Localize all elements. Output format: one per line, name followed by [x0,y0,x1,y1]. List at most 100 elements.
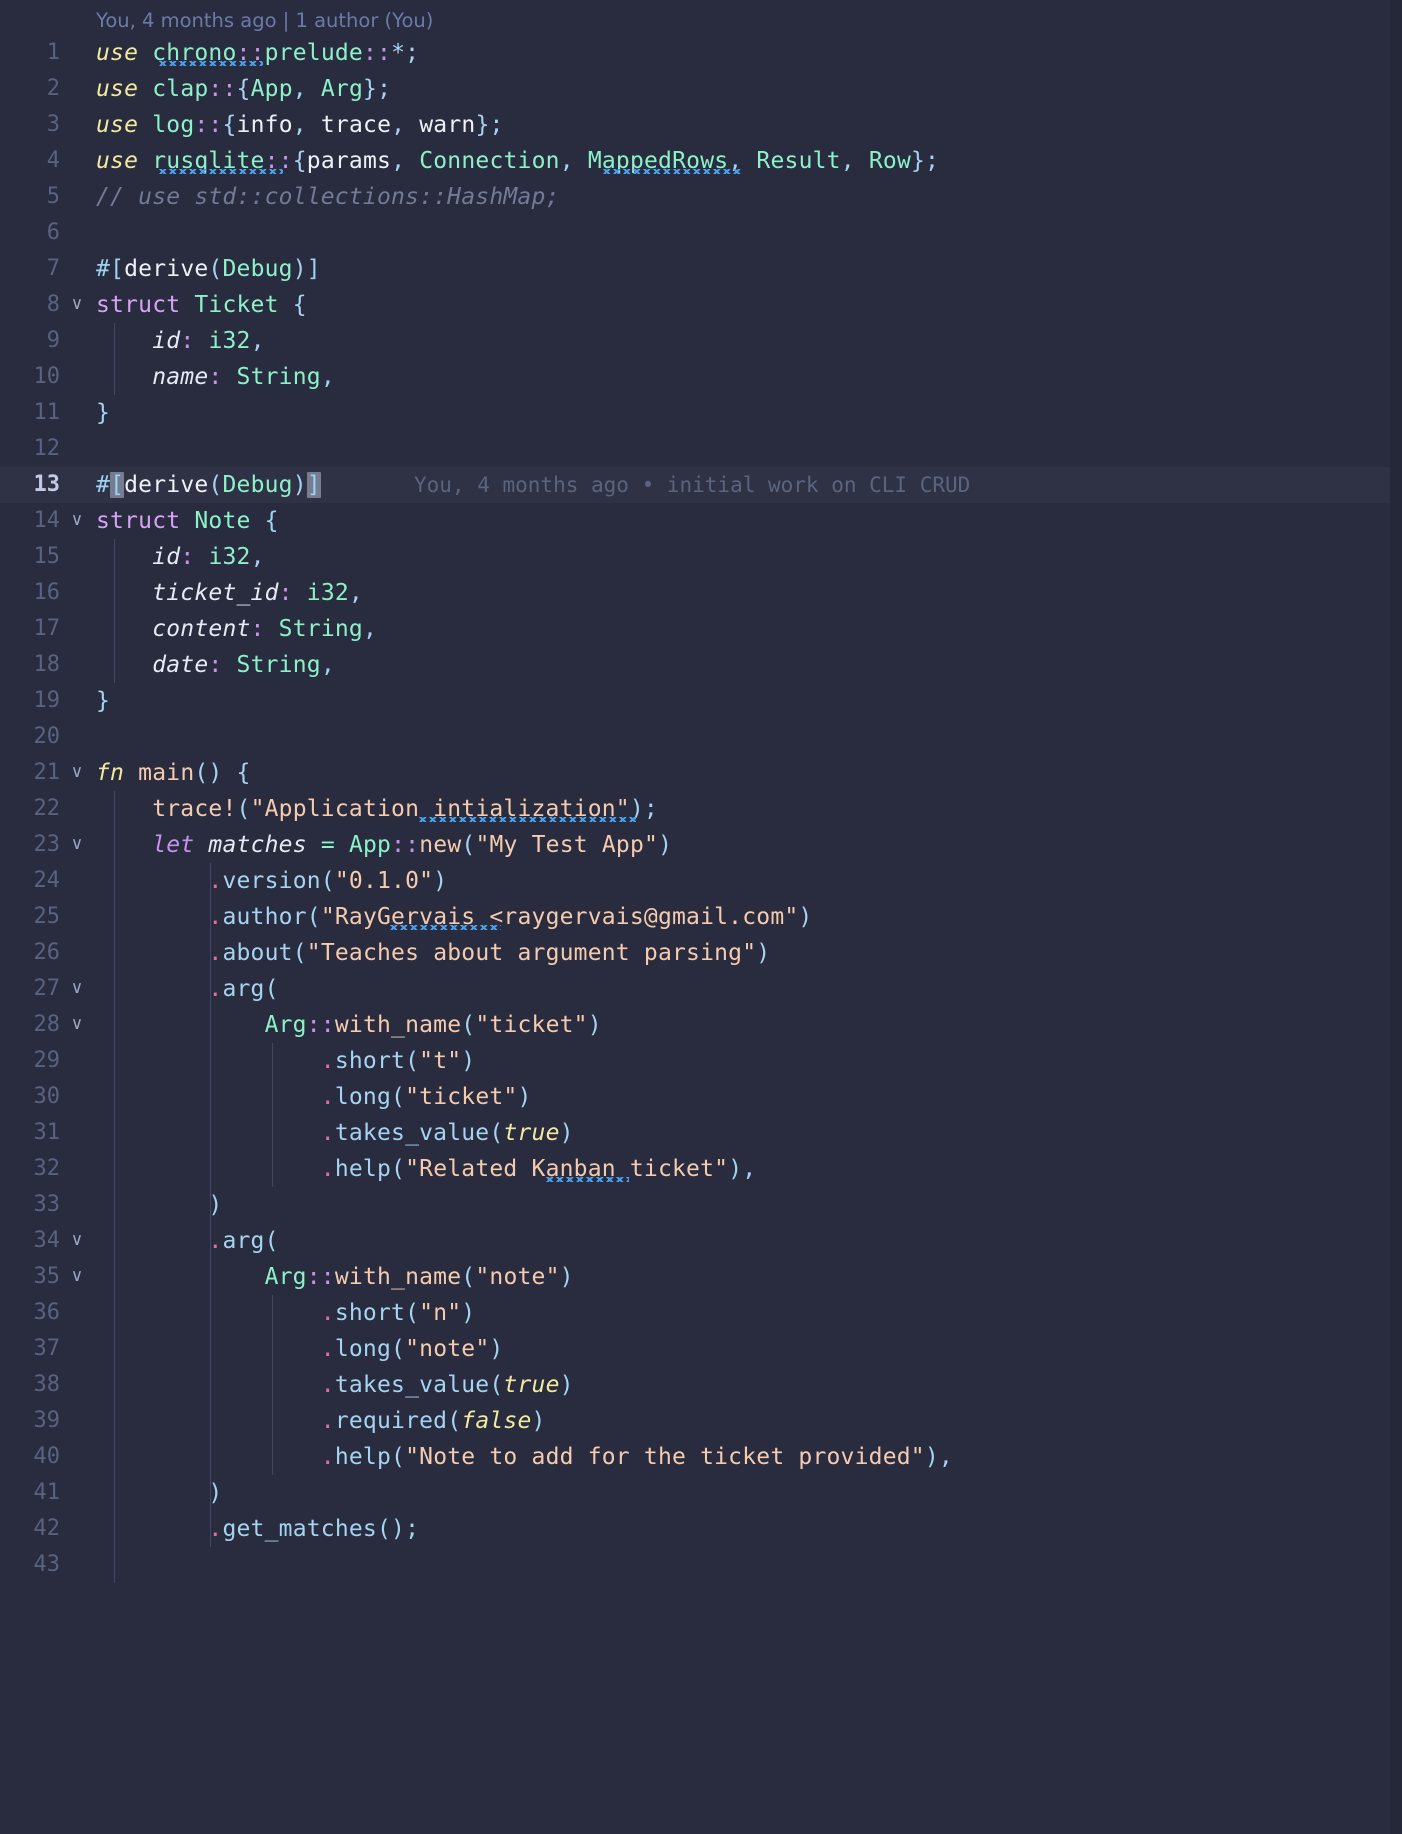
line-number: 39 [33,1408,61,1433]
code-line-32[interactable]: 32 .help("Related Kanban ticket"), [0,1151,1402,1187]
line-content[interactable]: #[derive(Debug)] [96,467,321,503]
line-content[interactable]: .long("ticket") [96,1079,532,1115]
line-number: 1 [46,40,60,65]
code-line-29[interactable]: 29 .short("t") [0,1043,1402,1079]
line-content[interactable]: name: String, [96,359,335,395]
line-content[interactable]: ) [96,1187,222,1223]
code-line-18[interactable]: 18 date: String, [0,647,1402,683]
line-content[interactable]: id: i32, [96,539,265,575]
chevron-down-icon[interactable]: ∨ [66,1223,88,1259]
code-line-20[interactable]: 20 [0,719,1402,755]
code-line-6[interactable]: 6 [0,215,1402,251]
code-line-9[interactable]: 9 id: i32, [0,323,1402,359]
line-content[interactable]: .about("Teaches about argument parsing") [96,935,770,971]
line-content[interactable]: // use std::collections::HashMap; [96,179,560,215]
line-number: 10 [33,364,61,389]
line-content[interactable]: struct Note { [96,503,279,539]
chevron-down-icon[interactable]: ∨ [66,755,88,791]
code-editor[interactable]: You, 4 months ago | 1 author (You) 1 use… [0,0,1402,1834]
code-line-1[interactable]: 1 use chrono::prelude::*; [0,35,1402,71]
code-line-31[interactable]: 31 .takes_value(true) [0,1115,1402,1151]
code-line-36[interactable]: 36 .short("n") [0,1295,1402,1331]
code-line-41[interactable]: 41 ) [0,1475,1402,1511]
line-content[interactable]: .takes_value(true) [96,1115,574,1151]
code-line-25[interactable]: 25 .author("RayGervais <raygervais@gmail… [0,899,1402,935]
line-content[interactable]: .required(false) [96,1403,546,1439]
code-line-42[interactable]: 42 .get_matches(); [0,1511,1402,1547]
line-content[interactable]: #[derive(Debug)] [96,251,321,287]
line-content[interactable]: } [96,683,110,719]
code-line-16[interactable]: 16 ticket_id: i32, [0,575,1402,611]
line-number: 6 [46,220,60,245]
line-content[interactable]: .short("n") [96,1295,475,1331]
code-line-2[interactable]: 2 use clap::{App, Arg}; [0,71,1402,107]
code-line-30[interactable]: 30 .long("ticket") [0,1079,1402,1115]
line-content[interactable]: ) [96,1475,222,1511]
line-content[interactable]: let matches = App::new("My Test App") [96,827,672,863]
line-content[interactable]: .version("0.1.0") [96,863,447,899]
code-line-7[interactable]: 7 #[derive(Debug)] [0,251,1402,287]
line-content[interactable]: ticket_id: i32, [96,575,363,611]
line-content[interactable]: struct Ticket { [96,287,307,323]
spellcheck-squiggle [602,169,742,174]
line-content[interactable]: fn main() { [96,755,251,791]
code-line-19[interactable]: 19 } [0,683,1402,719]
code-line-3[interactable]: 3 use log::{info, trace, warn}; [0,107,1402,143]
code-line-4[interactable]: 4 use rusqlite::{params, Connection, Map… [0,143,1402,179]
chevron-down-icon[interactable]: ∨ [66,1007,88,1043]
code-line-40[interactable]: 40 .help("Note to add for the ticket pro… [0,1439,1402,1475]
code-line-15[interactable]: 15 id: i32, [0,539,1402,575]
chevron-down-icon[interactable]: ∨ [66,827,88,863]
git-blame-header: You, 4 months ago | 1 author (You) [96,9,434,32]
code-line-34[interactable]: 34 ∨ .arg( [0,1223,1402,1259]
chevron-down-icon[interactable]: ∨ [66,971,88,1007]
code-line-5[interactable]: 5 // use std::collections::HashMap; [0,179,1402,215]
code-line-14[interactable]: 14 ∨ struct Note { [0,503,1402,539]
code-line-21[interactable]: 21 ∨ fn main() { [0,755,1402,791]
line-content[interactable]: .help("Note to add for the ticket provid… [96,1439,953,1475]
code-line-33[interactable]: 33 ) [0,1187,1402,1223]
line-content[interactable]: use log::{info, trace, warn}; [96,107,504,143]
code-line-23[interactable]: 23 ∨ let matches = App::new("My Test App… [0,827,1402,863]
line-number: 34 [33,1228,61,1253]
line-content[interactable]: .arg( [96,971,279,1007]
code-line-22[interactable]: 22 trace!("Application intialization"); [0,791,1402,827]
code-line-37[interactable]: 37 .long("note") [0,1331,1402,1367]
code-line-26[interactable]: 26 .about("Teaches about argument parsin… [0,935,1402,971]
code-line-28[interactable]: 28 ∨ Arg::with_name("ticket") [0,1007,1402,1043]
code-line-39[interactable]: 39 .required(false) [0,1403,1402,1439]
inline-blame-annotation[interactable]: You, 4 months ago • initial work on CLI … [414,467,970,503]
code-line-27[interactable]: 27 ∨ .arg( [0,971,1402,1007]
line-number: 23 [33,832,61,857]
code-line-38[interactable]: 38 .takes_value(true) [0,1367,1402,1403]
code-line-8[interactable]: 8 ∨ struct Ticket { [0,287,1402,323]
code-line-13[interactable]: 13 #[derive(Debug)] You, 4 months ago • … [0,467,1390,503]
code-line-24[interactable]: 24 .version("0.1.0") [0,863,1402,899]
code-line-17[interactable]: 17 content: String, [0,611,1402,647]
chevron-down-icon[interactable]: ∨ [66,1259,88,1295]
line-content[interactable]: id: i32, [96,323,265,359]
chevron-down-icon[interactable]: ∨ [66,503,88,539]
code-line-35[interactable]: 35 ∨ Arg::with_name("note") [0,1259,1402,1295]
line-content[interactable]: date: String, [96,647,335,683]
line-number: 5 [46,184,60,209]
editor-scrollbar[interactable] [1390,0,1402,1834]
line-content[interactable]: content: String, [96,611,377,647]
line-number: 13 [33,472,61,497]
line-content[interactable]: Arg::with_name("ticket") [96,1007,602,1043]
spellcheck-squiggle [418,817,636,822]
line-content[interactable]: Arg::with_name("note") [96,1259,574,1295]
line-content[interactable]: use clap::{App, Arg}; [96,71,391,107]
code-line-11[interactable]: 11 } [0,395,1402,431]
line-content[interactable]: .help("Related Kanban ticket"), [96,1151,756,1187]
line-content[interactable]: .long("note") [96,1331,503,1367]
code-line-12[interactable]: 12 [0,431,1402,467]
code-line-10[interactable]: 10 name: String, [0,359,1402,395]
line-content[interactable]: } [96,395,110,431]
code-line-43[interactable]: 43 [0,1547,1402,1583]
line-content[interactable]: .short("t") [96,1043,475,1079]
line-content[interactable]: .arg( [96,1223,279,1259]
line-content[interactable]: .takes_value(true) [96,1367,574,1403]
line-content[interactable]: .get_matches(); [96,1511,419,1547]
chevron-down-icon[interactable]: ∨ [66,287,88,323]
